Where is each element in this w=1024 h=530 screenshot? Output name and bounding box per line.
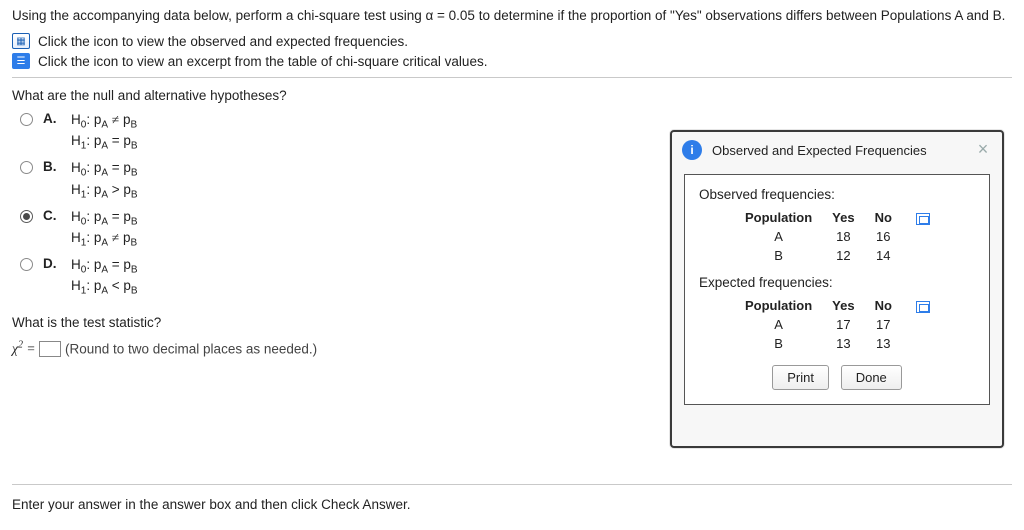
choice-d[interactable]: D. H0: pA = pB H1: pA < pB xyxy=(20,256,692,298)
expected-label: Expected frequencies: xyxy=(699,275,975,290)
cell-yes: 12 xyxy=(822,246,864,265)
col-yes: Yes xyxy=(822,296,864,315)
cell-no: 14 xyxy=(865,246,902,265)
copy-icon[interactable] xyxy=(916,301,930,313)
choice-label: A. xyxy=(43,111,61,126)
document-icon: ☰ xyxy=(12,53,30,69)
modal-observed-expected: i Observed and Expected Frequencies × Ob… xyxy=(670,130,1004,448)
radio-a[interactable] xyxy=(20,113,33,126)
col-population: Population xyxy=(735,296,822,315)
close-icon[interactable]: × xyxy=(974,141,992,159)
chi-square-entry: χ2 = (Round to two decimal places as nee… xyxy=(12,340,692,358)
modal-body: Observed frequencies: Population Yes No … xyxy=(684,174,990,405)
radio-c[interactable] xyxy=(20,210,33,223)
table-row: B 12 14 xyxy=(735,246,940,265)
col-population: Population xyxy=(735,208,822,227)
modal-title: Observed and Expected Frequencies xyxy=(712,143,964,158)
hypothesis-choices: A. H0: pA ≠ pB H1: pA = pB B. H0: pA = p… xyxy=(20,111,692,299)
chi-square-symbol: χ2 = xyxy=(12,341,35,356)
chi-square-input[interactable] xyxy=(39,341,61,357)
choice-b-text: H0: pA = pB H1: pA > pB xyxy=(71,159,138,201)
col-no: No xyxy=(865,208,902,227)
cell-yes: 18 xyxy=(822,227,864,246)
cell-pop: B xyxy=(735,334,822,353)
cell-pop: A xyxy=(735,227,822,246)
table-icon: ▦ xyxy=(12,33,30,49)
cell-pop: A xyxy=(735,315,822,334)
choice-c-text: H0: pA = pB H1: pA ≠ pB xyxy=(71,208,138,250)
footer-text: Enter your answer in the answer box and … xyxy=(12,497,1012,512)
footer: Enter your answer in the answer box and … xyxy=(12,484,1012,512)
choice-b[interactable]: B. H0: pA = pB H1: pA > pB xyxy=(20,159,692,201)
link-chisq-table[interactable]: ☰ Click the icon to view an excerpt from… xyxy=(12,53,1012,69)
col-no: No xyxy=(865,296,902,315)
rounding-hint: (Round to two decimal places as needed.) xyxy=(65,341,317,356)
choice-label: C. xyxy=(43,208,61,223)
choice-c[interactable]: C. H0: pA = pB H1: pA ≠ pB xyxy=(20,208,692,250)
choice-label: D. xyxy=(43,256,61,271)
divider xyxy=(12,77,1012,78)
col-yes: Yes xyxy=(822,208,864,227)
table-row: A 18 16 xyxy=(735,227,940,246)
choice-label: B. xyxy=(43,159,61,174)
choice-a[interactable]: A. H0: pA ≠ pB H1: pA = pB xyxy=(20,111,692,153)
question-hypotheses: What are the null and alternative hypoth… xyxy=(12,88,692,103)
link-text: Click the icon to view the observed and … xyxy=(38,34,408,49)
radio-d[interactable] xyxy=(20,258,33,271)
observed-table: Population Yes No A 18 16 B 12 14 xyxy=(735,208,940,265)
cell-no: 13 xyxy=(865,334,902,353)
expected-table: Population Yes No A 17 17 B 13 13 xyxy=(735,296,940,353)
link-text: Click the icon to view an excerpt from t… xyxy=(38,54,487,69)
copy-icon[interactable] xyxy=(916,213,930,225)
choice-a-text: H0: pA ≠ pB H1: pA = pB xyxy=(71,111,138,153)
cell-yes: 17 xyxy=(822,315,864,334)
link-observed-expected[interactable]: ▦ Click the icon to view the observed an… xyxy=(12,33,1012,49)
cell-no: 16 xyxy=(865,227,902,246)
observed-label: Observed frequencies: xyxy=(699,187,975,202)
table-row: B 13 13 xyxy=(735,334,940,353)
cell-no: 17 xyxy=(865,315,902,334)
cell-pop: B xyxy=(735,246,822,265)
info-icon: i xyxy=(682,140,702,160)
problem-statement: Using the accompanying data below, perfo… xyxy=(12,8,1012,23)
choice-d-text: H0: pA = pB H1: pA < pB xyxy=(71,256,138,298)
cell-yes: 13 xyxy=(822,334,864,353)
done-button[interactable]: Done xyxy=(841,365,902,390)
radio-b[interactable] xyxy=(20,161,33,174)
print-button[interactable]: Print xyxy=(772,365,829,390)
table-row: A 17 17 xyxy=(735,315,940,334)
question-test-statistic: What is the test statistic? xyxy=(12,315,692,330)
